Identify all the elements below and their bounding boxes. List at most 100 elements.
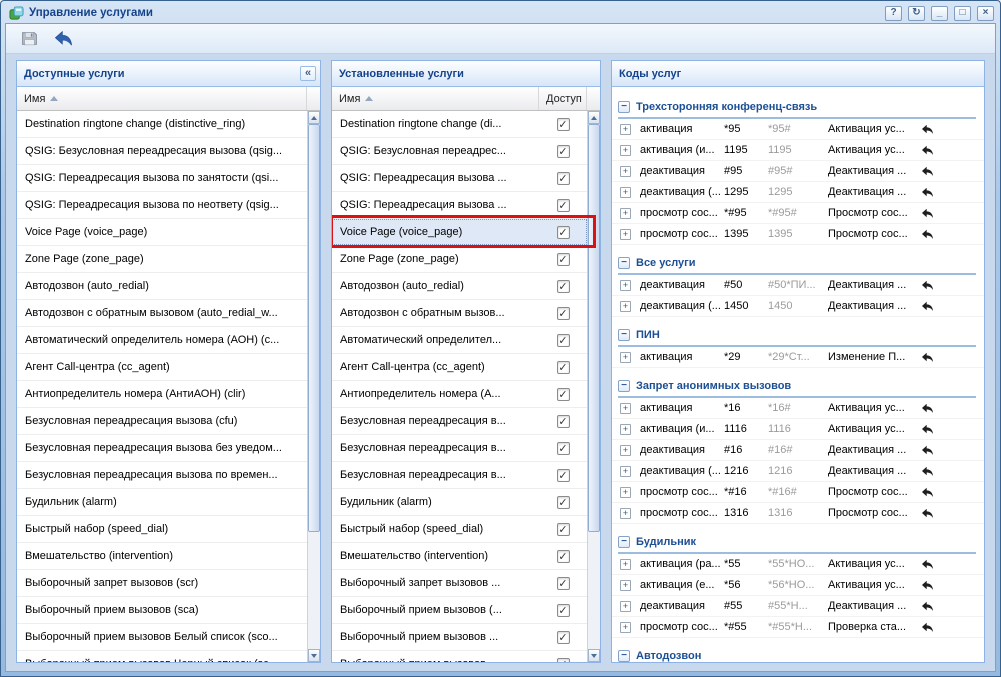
refresh-button[interactable]: ↻	[908, 6, 925, 21]
list-item[interactable]: Автодозвон с обратным вызовом (auto_redi…	[17, 300, 307, 327]
access-checkbox[interactable]: ✓	[557, 145, 570, 158]
expand-icon[interactable]: +	[620, 229, 631, 240]
list-item[interactable]: Выборочный прием вызовов ...✓	[332, 624, 587, 651]
access-checkbox[interactable]: ✓	[557, 307, 570, 320]
undo-icon[interactable]	[914, 465, 940, 478]
group-header[interactable]: −ПИН	[618, 325, 976, 347]
list-item[interactable]: Будильник (alarm)	[17, 489, 307, 516]
list-item[interactable]: Destination ringtone change (distinctive…	[17, 111, 307, 138]
access-checkbox[interactable]: ✓	[557, 118, 570, 131]
list-item[interactable]: Voice Page (voice_page)✓	[332, 219, 587, 246]
column-header-name[interactable]: Имя	[332, 87, 539, 110]
undo-icon[interactable]	[914, 444, 940, 457]
code-row[interactable]: +активация (е...*56*56*НО...Активация ус…	[612, 575, 984, 596]
access-checkbox[interactable]: ✓	[557, 253, 570, 266]
access-checkbox[interactable]: ✓	[557, 442, 570, 455]
expand-icon[interactable]: +	[620, 187, 631, 198]
expand-icon[interactable]: +	[620, 487, 631, 498]
help-button[interactable]: ?	[885, 6, 902, 21]
list-item[interactable]: Быстрый набор (speed_dial)	[17, 516, 307, 543]
column-header-name[interactable]: Имя	[17, 87, 307, 110]
available-scrollbar[interactable]	[307, 111, 320, 662]
undo-icon[interactable]	[914, 207, 940, 220]
maximize-button[interactable]: □	[954, 6, 971, 21]
group-header[interactable]: −Трехсторонняя конференц-связь	[618, 97, 976, 119]
scroll-down-button[interactable]	[588, 649, 600, 662]
code-row[interactable]: +деактивация (...14501450Деактивация ...	[612, 296, 984, 317]
expand-icon[interactable]: +	[620, 424, 631, 435]
undo-icon[interactable]	[914, 402, 940, 415]
expand-icon[interactable]: +	[620, 580, 631, 591]
undo-button[interactable]	[52, 28, 74, 50]
scroll-up-button[interactable]	[308, 111, 320, 124]
code-row[interactable]: +деактивация#55#55*Н...Деактивация ...	[612, 596, 984, 617]
access-checkbox[interactable]: ✓	[557, 334, 570, 347]
list-item[interactable]: QSIG: Переадресация вызова ...✓	[332, 192, 587, 219]
list-item[interactable]: Безусловная переадресация вызова без уве…	[17, 435, 307, 462]
undo-icon[interactable]	[914, 579, 940, 592]
code-row[interactable]: +активация (и...11161116Активация ус...	[612, 419, 984, 440]
expand-icon[interactable]: +	[620, 352, 631, 363]
list-item[interactable]: Destination ringtone change (di...✓	[332, 111, 587, 138]
list-item[interactable]: QSIG: Безусловная переадресация вызова (…	[17, 138, 307, 165]
collapse-group-icon[interactable]: −	[618, 536, 630, 548]
access-checkbox[interactable]: ✓	[557, 226, 570, 239]
undo-icon[interactable]	[914, 123, 940, 136]
list-item[interactable]: Выборочный прием вызовов (...✓	[332, 597, 587, 624]
access-checkbox[interactable]: ✓	[557, 496, 570, 509]
scroll-thumb[interactable]	[308, 124, 320, 532]
undo-icon[interactable]	[914, 165, 940, 178]
list-item[interactable]: Будильник (alarm)✓	[332, 489, 587, 516]
list-item[interactable]: Безусловная переадресация вызова (cfu)	[17, 408, 307, 435]
list-item[interactable]: Выборочный прием вызовов Белый список (s…	[17, 624, 307, 651]
code-row[interactable]: +активация*29*29*Ст...Изменение П...	[612, 347, 984, 368]
code-row[interactable]: +деактивация#50#50*ПИ...Деактивация ...	[612, 275, 984, 296]
code-row[interactable]: +просмотр сос...*#16*#16#Просмотр сос...	[612, 482, 984, 503]
group-header[interactable]: −Будильник	[618, 532, 976, 554]
access-checkbox[interactable]: ✓	[557, 388, 570, 401]
list-item[interactable]: Voice Page (voice_page)	[17, 219, 307, 246]
code-row[interactable]: +деактивация#16#16#Деактивация ...	[612, 440, 984, 461]
group-header[interactable]: −Автодозвон	[618, 646, 976, 662]
access-checkbox[interactable]: ✓	[557, 631, 570, 644]
undo-icon[interactable]	[914, 486, 940, 499]
undo-icon[interactable]	[914, 279, 940, 292]
list-item[interactable]: Быстрый набор (speed_dial)✓	[332, 516, 587, 543]
expand-icon[interactable]: +	[620, 508, 631, 519]
list-item[interactable]: Автодозвон (auto_redial)✓	[332, 273, 587, 300]
expand-icon[interactable]: +	[620, 280, 631, 291]
access-checkbox[interactable]: ✓	[557, 604, 570, 617]
expand-icon[interactable]: +	[620, 559, 631, 570]
column-header-access[interactable]: Доступ	[539, 87, 587, 110]
list-item[interactable]: Вмешательство (intervention)✓	[332, 543, 587, 570]
access-checkbox[interactable]: ✓	[557, 172, 570, 185]
installed-scrollbar[interactable]	[587, 111, 600, 662]
expand-icon[interactable]: +	[620, 301, 631, 312]
titlebar[interactable]: Управление услугами ? ↻ _ □ ×	[5, 1, 996, 23]
collapse-group-icon[interactable]: −	[618, 650, 630, 662]
expand-icon[interactable]: +	[620, 124, 631, 135]
list-item[interactable]: Антиопределитель номера (АнтиАОН) (clir)	[17, 381, 307, 408]
list-item[interactable]: Выборочный прием вызовов (sca)	[17, 597, 307, 624]
code-row[interactable]: +активация*16*16#Активация ус...	[612, 398, 984, 419]
code-row[interactable]: +деактивация#95#95#Деактивация ...	[612, 161, 984, 182]
access-checkbox[interactable]: ✓	[557, 469, 570, 482]
list-item[interactable]: Zone Page (zone_page)✓	[332, 246, 587, 273]
scroll-thumb[interactable]	[588, 124, 600, 532]
list-item[interactable]: Вмешательство (intervention)	[17, 543, 307, 570]
access-checkbox[interactable]: ✓	[557, 280, 570, 293]
list-item[interactable]: Выборочный запрет вызовов ...✓	[332, 570, 587, 597]
list-item[interactable]: Антиопределитель номера (А...✓	[332, 381, 587, 408]
expand-icon[interactable]: +	[620, 208, 631, 219]
list-item[interactable]: Автодозвон с обратным вызов...✓	[332, 300, 587, 327]
undo-icon[interactable]	[914, 228, 940, 241]
undo-icon[interactable]	[914, 186, 940, 199]
list-item[interactable]: Автоматический определител...✓	[332, 327, 587, 354]
expand-icon[interactable]: +	[620, 166, 631, 177]
expand-icon[interactable]: +	[620, 601, 631, 612]
undo-icon[interactable]	[914, 600, 940, 613]
expand-icon[interactable]: +	[620, 403, 631, 414]
list-item[interactable]: QSIG: Переадресация вызова по неответу (…	[17, 192, 307, 219]
undo-icon[interactable]	[914, 558, 940, 571]
collapse-panel-button[interactable]: «	[300, 66, 316, 81]
